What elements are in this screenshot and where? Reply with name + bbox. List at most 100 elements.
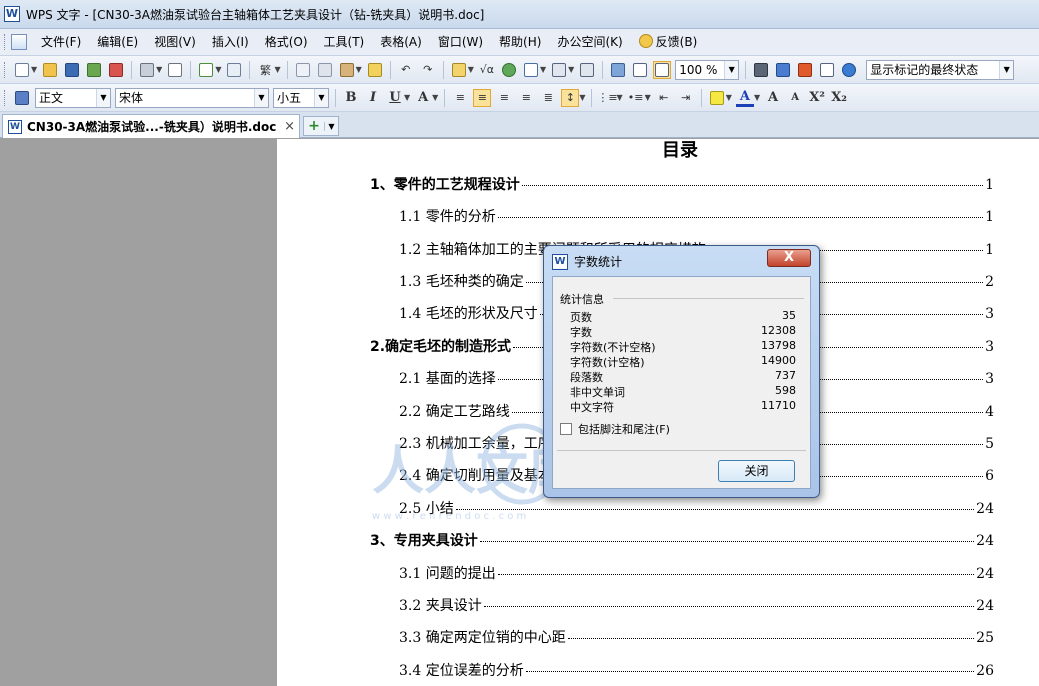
font-size-dropdown-icon[interactable]: ▼ [314,88,328,107]
insert-picture-button[interactable] [500,61,518,79]
insert-object-button[interactable] [197,61,215,79]
spreadsheet-dropdown-icon[interactable]: ▼ [468,65,474,74]
export-pdf-button[interactable] [107,61,125,79]
grow-font-button[interactable]: A [764,89,782,107]
font-color-button[interactable]: A [735,89,754,107]
line-spacing-dropdown-icon[interactable]: ▼ [579,93,585,102]
menu-tools[interactable]: 工具(T) [316,32,373,52]
new-dropdown-icon[interactable]: ▼ [31,65,37,74]
close-tab-icon[interactable]: × [284,119,295,134]
menu-feedback[interactable]: 反馈(B) [631,32,706,52]
char-format-button[interactable]: A [414,89,432,107]
toc-entry[interactable]: 3.2 夹具设计 24 [399,595,994,615]
toolbar-grip[interactable] [4,89,7,106]
help-button[interactable] [774,61,792,79]
underline-button[interactable]: U [386,89,404,107]
open-button[interactable] [41,61,59,79]
document-menu-icon[interactable] [11,34,27,50]
increase-indent-button[interactable]: ⇥ [677,89,695,107]
bullets-button[interactable]: •≡ [627,89,645,107]
align-right-button[interactable]: ≡ [495,89,513,107]
toc-entry[interactable]: 1.1 零件的分析 1 [399,206,994,226]
align-left-button[interactable]: ≡ [451,89,469,107]
shrink-font-button[interactable]: A [786,89,804,107]
numbering-dropdown-icon[interactable]: ▼ [616,93,622,102]
zoom-combo[interactable]: 100 % ▼ [675,59,740,80]
style-combo[interactable]: 正文 ▼ [35,87,111,108]
menu-window[interactable]: 窗口(W) [430,32,491,52]
show-hide-button[interactable] [578,61,596,79]
distributed-button[interactable]: ≣ [539,89,557,107]
line-spacing-button[interactable]: ↕ [561,88,580,107]
footnotes-checkbox[interactable] [560,423,572,435]
new-tab-dropdown-icon[interactable]: ▼ [324,121,338,131]
toc-entry[interactable]: 3.1 问题的提出 24 [399,563,994,583]
menu-view[interactable]: 视图(V) [146,32,204,52]
page-break-button[interactable] [225,61,243,79]
align-center-button[interactable]: ≡ [473,88,492,107]
insert-object-dropdown-icon[interactable]: ▼ [215,65,221,74]
format-painter-button[interactable] [366,61,384,79]
toolbar-grip[interactable] [4,61,7,78]
bold-button[interactable]: B [342,89,360,107]
menu-format[interactable]: 格式(O) [257,32,316,52]
about-button[interactable] [840,61,858,79]
toc-entry[interactable]: 1、零件的工艺规程设计 1 [370,174,994,194]
highlight-button[interactable] [708,89,726,107]
underline-dropdown-icon[interactable]: ▼ [404,93,410,102]
italic-button[interactable]: I [364,89,382,107]
zoom-fit-button[interactable] [653,60,672,79]
formula-button[interactable]: √α [478,61,496,79]
wps-app-icon[interactable]: W [4,6,20,22]
menu-grip[interactable] [4,34,7,50]
document-tab[interactable]: W CN30-3A燃油泵试验...-铣夹具）说明书.doc × [2,114,300,138]
dialog-close-icon[interactable]: X [767,249,811,267]
track-changes-combo[interactable]: 显示标记的最终状态 ▼ [866,59,1015,80]
find-button[interactable] [752,61,770,79]
redo-button[interactable]: ↷ [419,61,437,79]
menu-edit[interactable]: 编辑(E) [89,32,146,52]
save-button[interactable] [63,61,81,79]
subscript-button[interactable]: X₂ [830,89,848,107]
close-button[interactable]: 关闭 [718,460,795,482]
undo-button[interactable]: ↶ [397,61,415,79]
superscript-button[interactable]: X² [808,89,826,107]
menu-table[interactable]: 表格(A) [372,32,430,52]
insert-table-button[interactable] [522,61,540,79]
text-direction-button[interactable] [631,61,649,79]
font-size-combo[interactable]: 小五 ▼ [273,87,329,108]
highlight-dropdown-icon[interactable]: ▼ [726,93,732,102]
columns-button[interactable] [550,61,568,79]
decrease-indent-button[interactable]: ⇤ [655,89,673,107]
menu-help[interactable]: 帮助(H) [491,32,549,52]
bullets-dropdown-icon[interactable]: ▼ [645,93,651,102]
new-tab-button[interactable]: + ▼ [303,116,339,136]
toc-entry[interactable]: 3.3 确定两定位销的中心距 25 [399,627,994,647]
menu-insert[interactable]: 插入(I) [204,32,257,52]
traditional-dropdown-icon[interactable]: ▼ [274,65,280,74]
justify-button[interactable]: ≡ [517,89,535,107]
footnotes-checkbox-row[interactable]: 包括脚注和尾注(F) [560,421,670,437]
print-dropdown-icon[interactable]: ▼ [156,65,162,74]
menu-office-space[interactable]: 办公空间(K) [549,32,630,52]
font-dropdown-icon[interactable]: ▼ [254,88,268,107]
toc-entry[interactable]: 3.4 定位误差的分析 26 [399,660,994,680]
traditional-chinese-button[interactable]: 繁 [256,61,274,79]
font-color-dropdown-icon[interactable]: ▼ [754,93,760,102]
columns-dropdown-icon[interactable]: ▼ [568,65,574,74]
template-button[interactable] [796,61,814,79]
paste-button[interactable] [338,61,356,79]
new-document-button[interactable] [13,61,31,79]
cut-button[interactable] [316,61,334,79]
paste-dropdown-icon[interactable]: ▼ [356,65,362,74]
track-changes-dropdown-icon[interactable]: ▼ [999,60,1014,79]
print-button[interactable] [138,61,156,79]
char-format-dropdown-icon[interactable]: ▼ [432,93,438,102]
numbering-button[interactable]: ⋮≡ [597,89,617,107]
send-mail-button[interactable] [85,61,103,79]
skin-button[interactable] [818,61,836,79]
styles-pane-button[interactable] [13,89,31,107]
spreadsheet-button[interactable] [450,61,468,79]
table-dropdown-icon[interactable]: ▼ [540,65,546,74]
print-preview-button[interactable] [166,61,184,79]
